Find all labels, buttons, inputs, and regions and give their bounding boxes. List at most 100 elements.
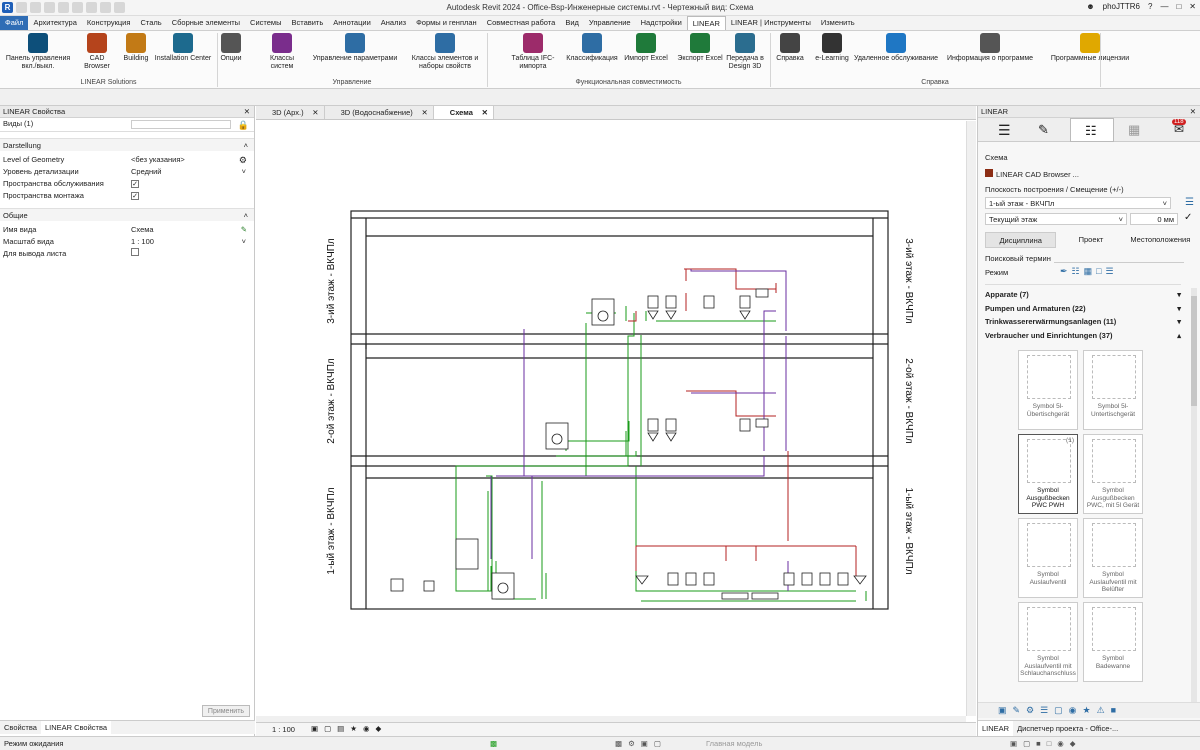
collapse-icon[interactable]: ˄ — [244, 139, 248, 152]
close-icon[interactable]: ✕ — [244, 106, 250, 118]
help-icon[interactable]: ? — [1148, 2, 1152, 11]
ribbon-button-7[interactable]: Классы элементов и наборы свойств — [410, 33, 480, 71]
cad-browser-link[interactable]: LINEAR CAD Browser ... — [985, 169, 1079, 179]
symbol-tile[interactable]: Symbol 5l-Untertischgerät — [1083, 350, 1143, 430]
gear-icon[interactable]: ⚙ — [239, 154, 247, 166]
vertical-scrollbar[interactable] — [966, 121, 976, 716]
selection-tools-icons[interactable]: ▣▢■□◉◆ — [1010, 737, 1082, 750]
chevron-icon[interactable]: ▾ — [1177, 317, 1181, 326]
tab-7[interactable]: Аннотации — [328, 16, 376, 30]
ribbon-button-15[interactable]: Удаленное обслуживание — [850, 33, 942, 63]
view-tools-icons[interactable]: ▣▢▤★◉◆ — [311, 724, 387, 733]
tab-3[interactable]: Сталь — [135, 16, 166, 30]
category-item[interactable]: Trinkwassererwärmungsanlagen (11) ▾ — [985, 317, 1181, 326]
tab-project-browser[interactable]: Диспетчер проекта - Office-... — [1013, 721, 1122, 736]
close-icon[interactable]: ✕ — [312, 106, 318, 120]
worksharing-icon[interactable]: ▩ — [490, 737, 497, 750]
tab-properties[interactable]: Свойства — [0, 721, 41, 734]
ribbon-button-6[interactable]: Управление параметрами — [310, 33, 400, 63]
category-item[interactable]: Apparate (7) ▾ — [985, 290, 1181, 299]
drawing-canvas[interactable]: 3-ий этаж - ВКЧПл 2-ой этаж - ВКЧПл 1-ый… — [256, 121, 966, 716]
tab-2[interactable]: Конструкция — [82, 16, 136, 30]
edit-icon[interactable]: ✎ — [241, 224, 247, 236]
section-darstellung[interactable]: Darstellung ˄ — [0, 138, 254, 151]
tab-13[interactable]: Надстройки — [636, 16, 687, 30]
ribbon-button-16[interactable]: Информация о программе — [945, 33, 1035, 63]
view-tab-0[interactable]: 3D (Арх.) ✕ — [256, 106, 325, 119]
user-name[interactable]: phoJTTR6 — [1103, 2, 1140, 11]
symbol-tile[interactable]: Symbol Auslaufventil mit Belüfter — [1083, 518, 1143, 598]
tab-linear-properties[interactable]: LINEAR Свойства — [40, 721, 112, 734]
category-item[interactable]: Verbraucher und Einrichtungen (37) ▴ — [985, 331, 1181, 340]
panel-toolbar[interactable]: ▣✎⚙☰▢◉★⚠■ — [978, 702, 1200, 718]
close-icon[interactable]: ✕ — [1189, 2, 1196, 11]
close-icon[interactable]: ✕ — [482, 106, 488, 120]
tab-15[interactable]: LINEAR | Инструменты — [726, 16, 816, 30]
view-tab-1[interactable]: 3D (Водоснабжение) ✕ — [325, 106, 434, 119]
plane-select[interactable]: 1-ый этаж - ВКЧПл ˅ — [985, 197, 1171, 209]
tab-discipline[interactable]: Дисциплина — [985, 232, 1057, 248]
symbol-tile[interactable]: Symbol Auslaufventil mit Schlauchanschlu… — [1018, 602, 1078, 682]
tab-9[interactable]: Формы и генплан — [411, 16, 482, 30]
level-select[interactable]: Текущий этаж ˅ — [985, 213, 1127, 225]
level-of-geometry-select[interactable]: <без указания> — [131, 154, 185, 166]
ribbon-button-12[interactable]: Передача в Design 3D — [722, 33, 768, 71]
lock-icon[interactable]: 🔒 — [238, 119, 249, 131]
apply-button[interactable]: Применить — [202, 705, 250, 717]
ribbon-button-13[interactable]: Справка — [775, 33, 805, 63]
close-icon[interactable]: ✕ — [421, 106, 427, 120]
tab-1[interactable]: Архитектура — [28, 16, 81, 30]
calculator-icon[interactable]: ▦ — [1128, 122, 1140, 138]
ribbon-button-4[interactable]: Опции — [220, 33, 242, 63]
edit-type-field[interactable] — [131, 120, 231, 129]
tab-11[interactable]: Вид — [560, 16, 584, 30]
close-icon[interactable]: ✕ — [1190, 106, 1196, 118]
symbol-tile[interactable]: Symbol Auslaufventil — [1018, 518, 1078, 598]
symbol-tile[interactable]: Symbol 5l-Übertischgerät — [1018, 350, 1078, 430]
tab-0[interactable]: Файл — [0, 16, 29, 30]
gallery-scrollbar[interactable] — [1191, 288, 1197, 708]
tab-14[interactable]: LINEAR — [686, 16, 726, 30]
tab-4[interactable]: Сборные элементы — [167, 16, 245, 30]
library-tab[interactable]: ☷ — [1070, 118, 1114, 142]
install-space-checkbox[interactable]: ✓ — [131, 192, 139, 200]
view-name-field[interactable]: Схема — [131, 224, 154, 236]
scale-select[interactable]: 1 : 100 — [131, 236, 154, 248]
chevron-icon[interactable]: ▴ — [1177, 331, 1181, 340]
chevron-down-icon[interactable]: ˅ — [242, 166, 246, 178]
symbol-tile[interactable]: Symbol Ausgußbecken PWC PWH (1) — [1018, 434, 1078, 514]
type-selector[interactable]: Виды (1) 🔒 — [0, 118, 254, 132]
search-input[interactable] — [1054, 252, 1184, 263]
service-space-checkbox[interactable]: ✓ — [131, 180, 139, 188]
ribbon-button-11[interactable]: Экспорт Excel — [676, 33, 724, 63]
tab-12[interactable]: Управление — [584, 16, 636, 30]
tab-10[interactable]: Совместная работа — [482, 16, 561, 30]
maximize-icon[interactable]: □ — [1176, 2, 1181, 11]
for-sheet-checkbox[interactable] — [131, 248, 139, 256]
symbol-tile[interactable]: Symbol Badewanne — [1083, 602, 1143, 682]
ribbon-button-10[interactable]: Импорт Excel — [622, 33, 670, 63]
tab-linear[interactable]: LINEAR — [978, 721, 1014, 736]
tab-8[interactable]: Анализ — [376, 16, 411, 30]
tab-project[interactable]: Проект — [1056, 232, 1125, 248]
chevron-icon[interactable]: ▾ — [1177, 304, 1181, 313]
ribbon-button-1[interactable]: CAD Browser — [77, 33, 117, 71]
view-scale[interactable]: 1 : 100 — [272, 725, 295, 734]
user-icon[interactable]: ☻ — [1086, 2, 1094, 11]
ribbon-button-14[interactable]: e-Learning — [813, 33, 851, 63]
ribbon-button-0[interactable]: Панель управления вкл./выкл. — [5, 33, 71, 71]
collapse-icon[interactable]: ˄ — [244, 209, 248, 222]
chevron-icon[interactable]: ▾ — [1177, 290, 1181, 299]
symbol-tile[interactable]: Symbol Ausgußbecken PWC, mit 5l Gerät — [1083, 434, 1143, 514]
pipette-icon[interactable]: ✓ — [1184, 212, 1192, 223]
tab-locations[interactable]: Местоположения — [1126, 232, 1195, 248]
status-tools-icons[interactable]: ▩⚙▣▢ — [615, 737, 667, 750]
category-item[interactable]: Pumpen und Armaturen (22) ▾ — [985, 304, 1181, 313]
tab-6[interactable]: Вставить — [286, 16, 328, 30]
tab-16[interactable]: Изменить — [816, 16, 860, 30]
detail-level-select[interactable]: Средний — [131, 166, 162, 178]
mode-icons[interactable]: ✒☷▦□☰ — [1060, 266, 1118, 277]
minimize-icon[interactable]: — — [1160, 2, 1168, 11]
ribbon-button-5[interactable]: Классы систем — [260, 33, 304, 71]
chevron-down-icon[interactable]: ˅ — [242, 236, 246, 248]
